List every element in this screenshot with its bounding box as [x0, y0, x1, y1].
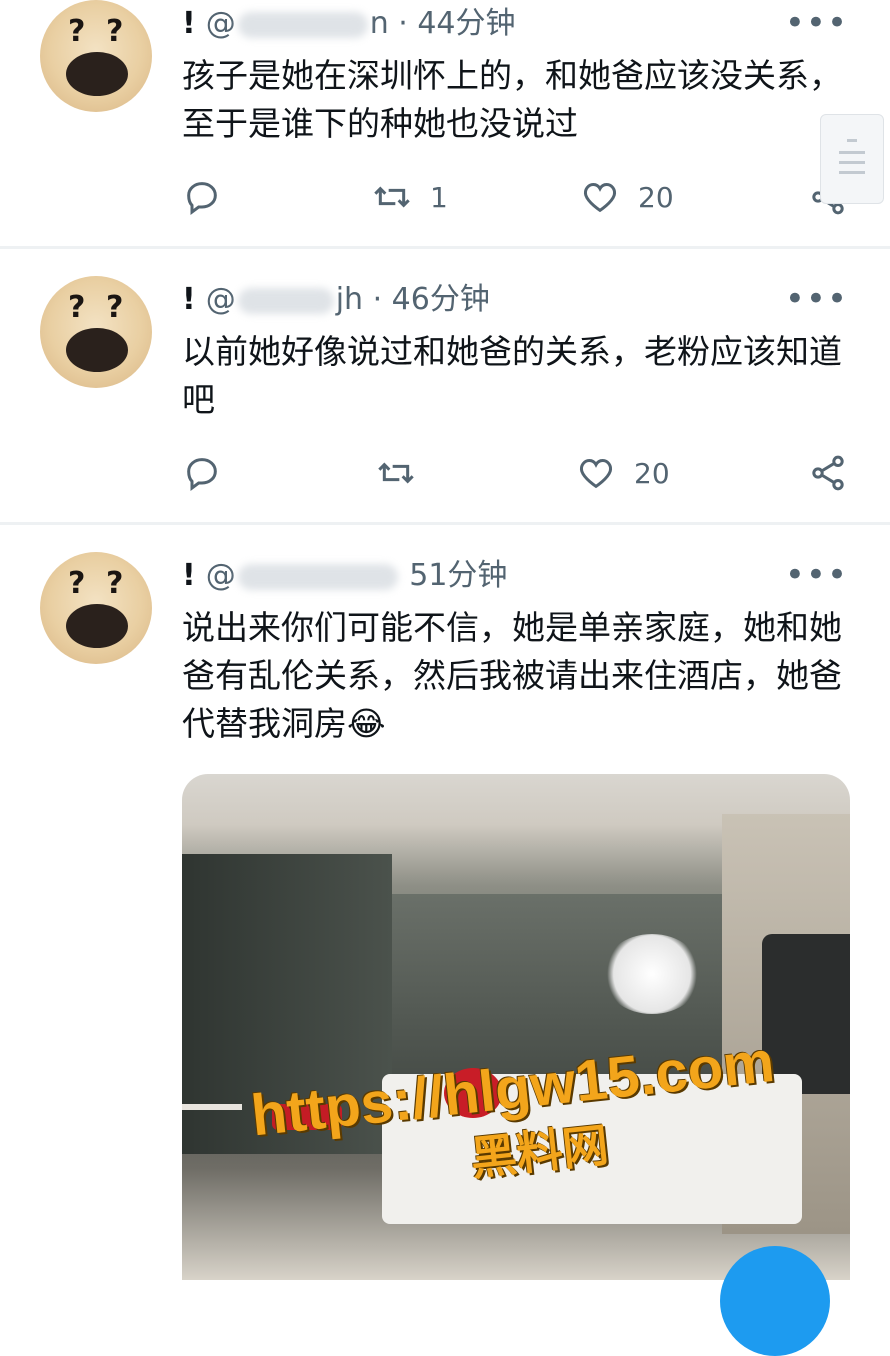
reply-icon — [187, 182, 217, 215]
tweet-header: ! @ n · 44分钟 — [182, 2, 516, 46]
photo-feather-lamp — [602, 934, 702, 1014]
reply-button[interactable] — [182, 172, 222, 222]
dog-nose-icon — [66, 328, 128, 372]
display-name[interactable]: ! — [182, 558, 196, 593]
retweet-count: 1 — [430, 180, 448, 214]
scroll-widget-line — [839, 171, 865, 174]
tweet-text: 孩子是她在深圳怀上的，和她爸应该没关系，至于是谁下的种她也没说过 — [182, 56, 842, 143]
like-button[interactable]: 20 — [580, 172, 674, 222]
like-button[interactable]: 20 — [576, 448, 670, 498]
scroll-to-top-widget[interactable] — [820, 114, 884, 204]
scroll-widget-line — [847, 139, 857, 142]
reply-icon — [187, 458, 217, 491]
handle-suffix: jh — [335, 282, 364, 317]
retweet-button[interactable] — [376, 448, 434, 498]
share-button[interactable] — [808, 448, 848, 498]
tweet-text: 说出来你们可能不信，她是单亲家庭，她和她爸有乱伦关系，然后我被请出来住酒店，她爸… — [182, 608, 842, 743]
more-icon[interactable]: ••• — [785, 558, 848, 592]
blurred-handle — [237, 563, 398, 590]
display-name[interactable]: ! — [182, 6, 196, 41]
timestamp[interactable]: · 46分钟 — [373, 282, 490, 317]
more-icon[interactable]: ••• — [785, 282, 848, 316]
like-count: 20 — [634, 456, 670, 490]
question-mark-icon: ? — [106, 566, 124, 601]
tweet-actions: 20 — [182, 448, 854, 498]
retweet-icon — [378, 462, 414, 484]
compose-button[interactable] — [720, 1246, 830, 1356]
question-mark-icon: ? — [68, 566, 86, 601]
tweet-1[interactable]: ? ? ! @ n · 44分钟 ••• 孩子是她在深圳怀上的，和她爸应该没关系，至… — [0, 0, 890, 248]
question-mark-icon: ? — [68, 14, 86, 49]
timestamp[interactable]: 51分钟 — [409, 558, 507, 593]
scroll-widget-line — [839, 151, 865, 154]
retweet-button[interactable]: 1 — [372, 172, 448, 222]
divider — [0, 522, 890, 525]
like-count: 20 — [638, 180, 674, 214]
timestamp[interactable]: · 44分钟 — [398, 6, 515, 41]
share-icon — [812, 455, 844, 491]
avatar[interactable]: ? ? — [40, 0, 152, 112]
heart-icon — [583, 182, 617, 213]
more-icon[interactable]: ••• — [785, 6, 848, 40]
handle[interactable]: @ — [206, 282, 236, 317]
tweet-header: ! @ jh · 46分钟 — [182, 278, 490, 322]
dog-nose-icon — [66, 52, 128, 96]
question-mark-icon: ? — [68, 290, 86, 325]
handle[interactable]: @ — [206, 558, 236, 593]
question-mark-icon: ? — [106, 290, 124, 325]
avatar[interactable]: ? ? — [40, 552, 152, 664]
display-name[interactable]: ! — [182, 282, 196, 317]
tweet-2[interactable]: ? ? ! @ jh · 46分钟 ••• 以前她好像说过和她爸的关系，老粉应该知道… — [0, 276, 890, 524]
handle-suffix: n — [369, 6, 389, 41]
divider — [0, 246, 890, 249]
blurred-handle — [237, 11, 368, 38]
heart-icon — [579, 458, 613, 489]
question-mark-icon: ? — [106, 14, 124, 49]
dog-nose-icon — [66, 604, 128, 648]
avatar[interactable]: ? ? — [40, 276, 152, 388]
retweet-icon — [374, 186, 410, 208]
handle[interactable]: @ — [206, 6, 236, 41]
tweet-header: ! @ 51分钟 — [182, 554, 507, 598]
scroll-widget-line — [839, 161, 865, 164]
tweet-actions: 1 20 — [182, 172, 854, 222]
reply-button[interactable] — [182, 448, 222, 498]
blurred-handle — [237, 287, 334, 314]
tweet-text: 以前她好像说过和她爸的关系，老粉应该知道吧 — [182, 332, 842, 419]
